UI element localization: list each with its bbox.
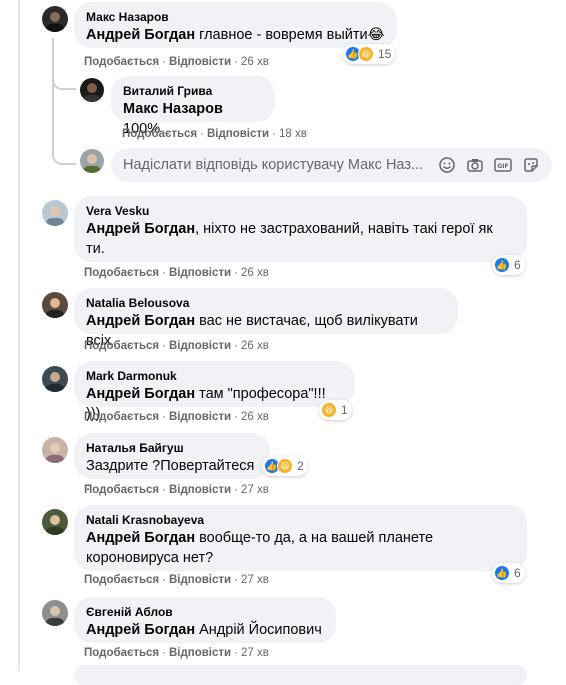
haha-reaction-icon: 😆 <box>321 402 337 418</box>
like-button[interactable]: Подобається <box>84 340 159 352</box>
reaction-count: 6 <box>514 566 521 580</box>
reaction-summary[interactable]: 👍 6 <box>492 255 525 275</box>
avatar[interactable] <box>42 366 68 392</box>
like-button[interactable]: Подобається <box>84 484 159 496</box>
comment-actions: Подобається · Відповісти · 26 хв <box>84 56 269 68</box>
comment-bubble: Наталья Байгуш Заздрите ?Повертайтеся . <box>74 433 270 494</box>
reply-button[interactable]: Відповісти <box>169 484 231 496</box>
comment-actions: Подобається · Відповісти · 27 хв <box>84 574 269 586</box>
comment-author[interactable]: Vera Vesku <box>86 203 515 219</box>
like-button[interactable]: Подобається <box>84 56 159 68</box>
comment-author[interactable]: Mark Darmonuk <box>86 368 342 384</box>
svg-text:GIF: GIF <box>497 163 508 170</box>
reply-button[interactable]: Відповісти <box>169 411 231 423</box>
reply-input-box[interactable]: Надіслати відповідь користувачу Макс Наз… <box>111 148 552 182</box>
comment-bubble: Виталий Грива Макс Назаров 100% <box>111 76 275 137</box>
haha-reaction-icon: 😆 <box>358 46 374 62</box>
gif-icon[interactable]: GIF <box>494 156 512 174</box>
reply-connector <box>52 147 76 165</box>
mention-tag[interactable]: Андрей Богдан <box>86 27 195 43</box>
avatar[interactable] <box>42 437 68 463</box>
comment-text: Андрей Богдан главное - вовремя выйти😂 <box>86 27 385 43</box>
comment-time[interactable]: 26 хв <box>241 56 269 68</box>
reply-input[interactable]: Надіслати відповідь користувачу Макс Наз… <box>123 157 430 173</box>
comment-author[interactable]: Макс Назаров <box>86 9 385 25</box>
haha-reaction-icon: 😆 <box>277 458 293 474</box>
reply-button[interactable]: Відповісти <box>169 574 231 586</box>
comment-time[interactable]: 26 хв <box>241 340 269 352</box>
reaction-count: 2 <box>297 459 304 473</box>
comment-author[interactable]: Natalia Belousova <box>86 295 446 311</box>
current-user-avatar <box>80 149 104 173</box>
comment-bubble: Євгеній Аблов Андрей Богдан Андрій Йосип… <box>74 597 336 643</box>
camera-icon[interactable] <box>466 156 484 174</box>
comment-text: Андрей Богдан, ніхто не застрахований, н… <box>86 221 493 237</box>
avatar[interactable] <box>42 292 68 318</box>
comment-time[interactable]: 27 хв <box>241 647 269 659</box>
reply-button[interactable]: Відповісти <box>169 267 231 279</box>
reply-button[interactable]: Відповісти <box>169 56 231 68</box>
avatar[interactable] <box>80 78 104 102</box>
reply-button[interactable]: Відповісти <box>169 340 231 352</box>
comment-author[interactable]: Євгеній Аблов <box>86 604 324 620</box>
reaction-count: 1 <box>341 403 348 417</box>
like-button[interactable]: Подобається <box>84 411 159 423</box>
like-reaction-icon: 👍 <box>494 257 510 273</box>
comment-actions: Подобається · Відповісти · 27 хв <box>84 647 269 659</box>
reply-connector <box>52 72 76 90</box>
comment-author[interactable]: Natali Krasnobayeva <box>86 512 515 528</box>
avatar[interactable] <box>42 509 68 535</box>
comment-actions: Подобається · Відповісти · 26 хв <box>84 267 269 279</box>
reaction-summary[interactable]: 👍 😆 2 <box>262 456 308 476</box>
comment-text-line2: короновируса нет? <box>86 550 214 566</box>
comment-time[interactable]: 27 хв <box>241 484 269 496</box>
comment-bubble: Natali Krasnobayeva Андрей Богдан вообще… <box>74 505 527 571</box>
thread-line <box>52 38 54 154</box>
avatar[interactable] <box>42 200 68 226</box>
reply-button[interactable]: Відповісти <box>207 128 269 140</box>
mention-tag[interactable]: Андрей Богдан <box>86 221 195 237</box>
comment-bubble-partial <box>74 665 527 685</box>
comment-actions: Подобається · Відповісти · 18 хв <box>122 128 307 140</box>
comment-author[interactable]: Виталий Грива <box>123 83 263 99</box>
comment-author[interactable]: Наталья Байгуш <box>86 440 258 456</box>
comment-actions: Подобається · Відповісти · 27 хв <box>84 484 269 496</box>
comment-text-line2: ти. <box>86 241 105 257</box>
thread-line <box>18 0 20 671</box>
reaction-count: 15 <box>378 47 392 61</box>
mention-tag[interactable]: Андрей Богдан <box>86 530 195 546</box>
like-button[interactable]: Подобається <box>122 128 197 140</box>
comment-text: Андрей Богдан Андрій Йосипович <box>86 622 322 638</box>
comment-time[interactable]: 18 хв <box>279 128 307 140</box>
reaction-count: 6 <box>514 258 521 272</box>
like-button[interactable]: Подобається <box>84 574 159 586</box>
emoji-icon[interactable] <box>438 156 456 174</box>
comment-bubble: Mark Darmonuk Андрей Богдан там "професо… <box>74 361 354 422</box>
reaction-summary[interactable]: 👍 6 <box>492 563 525 583</box>
like-button[interactable]: Подобається <box>84 647 159 659</box>
comment-bubble: Vera Vesku Андрей Богдан, ніхто не застр… <box>74 196 527 262</box>
mention-tag[interactable]: Андрей Богдан <box>86 313 195 329</box>
comment-bubble: Natalia Belousova Андрей Богдан вас не в… <box>74 288 458 349</box>
avatar[interactable] <box>42 600 68 626</box>
mention-tag[interactable]: Андрей Богдан <box>86 386 195 402</box>
comment-time[interactable]: 26 хв <box>241 267 269 279</box>
comment-actions: Подобається · Відповісти · 26 хв <box>84 411 269 423</box>
reaction-summary[interactable]: 👍 😆 15 <box>343 44 396 64</box>
comment-actions: Подобається · Відповісти · 26 хв <box>84 340 269 352</box>
like-reaction-icon: 👍 <box>494 565 510 581</box>
sticker-icon[interactable] <box>522 156 540 174</box>
reply-button[interactable]: Відповісти <box>169 647 231 659</box>
mention-tag[interactable]: Андрей Богдан <box>86 622 195 638</box>
comment-time[interactable]: 26 хв <box>241 411 269 423</box>
mention-tag[interactable]: Макс Назаров <box>123 101 223 117</box>
comment-bubble: Макс Назаров Андрей Богдан главное - вов… <box>74 2 397 48</box>
reaction-summary[interactable]: 😆 1 <box>319 400 352 420</box>
comment-text: Андрей Богдан вообще-то да, а на вашей п… <box>86 530 434 546</box>
avatar[interactable] <box>42 6 68 32</box>
like-button[interactable]: Подобається <box>84 267 159 279</box>
comment-time[interactable]: 27 хв <box>241 574 269 586</box>
